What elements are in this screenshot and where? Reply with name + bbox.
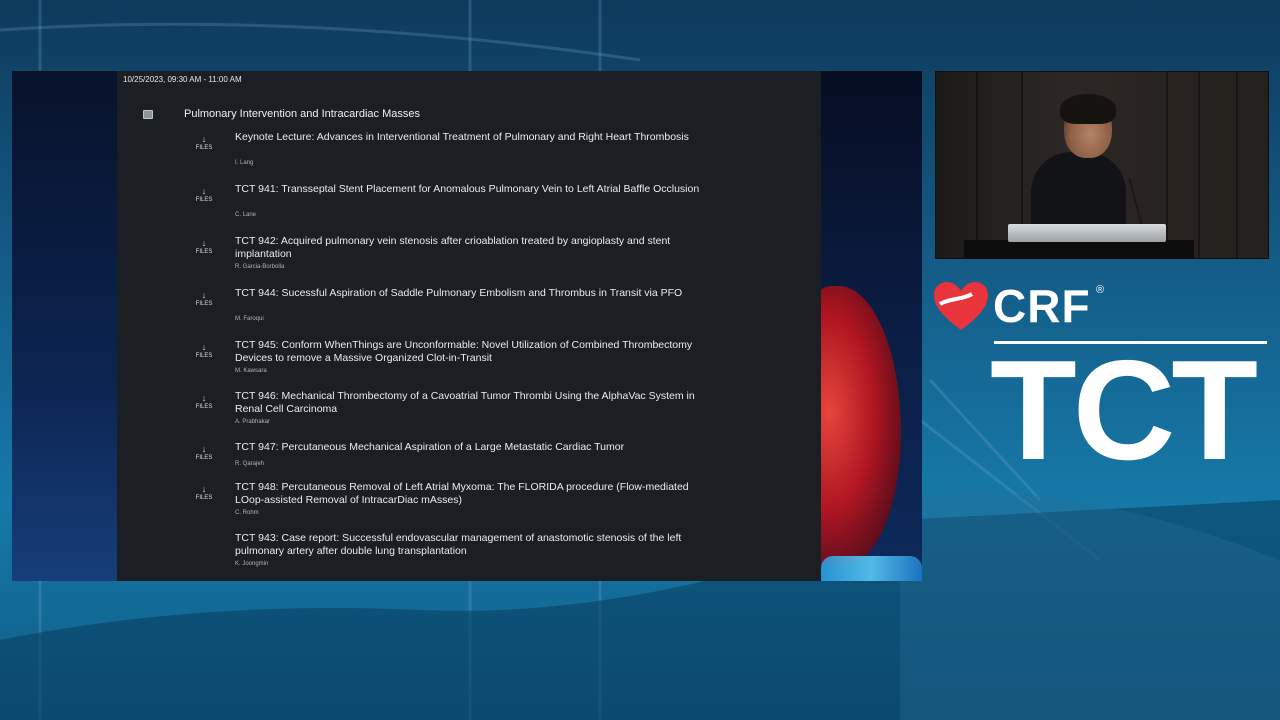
download-arrow-icon: ↓ [201,186,207,196]
session-title: Pulmonary Intervention and Intracardiac … [184,108,421,120]
files-label: FILES [195,197,213,203]
session-timestamp: 10/25/2023, 09:30 AM - 11:00 AM [123,75,242,84]
crf-heart-icon [934,282,988,330]
session-list-item[interactable]: ↓ FILES TCT 945: Conform WhenThings are Un… [117,339,821,379]
session-list-item[interactable]: ↓ FILES Keynote Lecture: Advances in Inter… [117,131,821,171]
registered-mark: ® [1096,284,1105,296]
crf-wordmark: CRF [993,280,1091,332]
files-label: FILES [195,353,213,359]
speaker-hair [1060,94,1116,124]
session-list-item[interactable]: ↓ FILES TCT 946: Mechanical Thrombectomy o… [117,390,821,430]
download-arrow-icon: ↓ [201,342,207,352]
download-arrow-icon: ↓ [201,444,207,454]
download-arrow-icon: ↓ [201,484,207,494]
session-list-item[interactable]: TCT 943: Case report: Successful endovas… [117,532,821,572]
presentation-title[interactable]: TCT 942: Acquired pulmonary vein stenosi… [235,235,715,261]
presentation-title[interactable]: TCT 941: Transseptal Stent Placement for… [235,183,715,196]
presenter-name: R. Qarajeh [235,461,265,467]
files-download-button[interactable]: ↓ FILES [189,485,219,502]
files-label: FILES [195,301,213,307]
presentation-title[interactable]: TCT 944: Sucessful Aspiration of Saddle … [235,287,715,300]
download-arrow-icon: ↓ [201,238,207,248]
files-label: FILES [195,404,213,410]
session-list-item[interactable]: ↓ FILES TCT 941: Transseptal Stent Placeme… [117,183,821,223]
presentation-title[interactable]: TCT 945: Conform WhenThings are Unconfor… [235,339,715,365]
files-download-button[interactable]: ↓ FILES [189,239,219,256]
presentation-title[interactable]: TCT 947: Percutaneous Mechanical Aspirat… [235,441,715,454]
files-download-button[interactable]: ↓ FILES [189,135,219,152]
session-list-item[interactable]: ↓ FILES TCT 944: Sucessful Aspiration of S… [117,287,821,327]
vessel-image [821,556,922,581]
session-list-item[interactable]: ↓ FILES TCT 948: Percutaneous Removal of L… [117,481,821,521]
download-arrow-icon: ↓ [201,134,207,144]
shared-slide: 10/25/2023, 09:30 AM - 11:00 AM Pulmonar… [12,71,922,581]
presentation-title[interactable]: TCT 946: Mechanical Thrombectomy of a Ca… [235,390,715,416]
crf-tct-logo: CRF ® TCT [930,280,1270,490]
presenter-name: C. Rohm [235,510,259,516]
session-list-item[interactable]: ↓ FILES TCT 947: Percutaneous Mechanical A… [117,441,821,481]
files-download-button[interactable]: ↓ FILES [189,291,219,308]
presentation-title[interactable]: Keynote Lecture: Advances in Interventio… [235,131,715,144]
files-download-button[interactable]: ↓ FILES [189,445,219,462]
presenter-name: I. Lang [235,160,254,166]
presenter-name: C. Lane [235,212,257,218]
files-download-button[interactable]: ↓ FILES [189,343,219,360]
files-label: FILES [195,145,213,151]
download-arrow-icon: ↓ [201,290,207,300]
presentation-title[interactable]: TCT 943: Case report: Successful endovas… [235,532,715,558]
presenter-name: A. Prabhakar [235,419,271,425]
files-label: FILES [195,455,213,461]
files-download-button[interactable]: ↓ FILES [189,394,219,411]
session-document: 10/25/2023, 09:30 AM - 11:00 AM Pulmonar… [117,71,821,581]
presenter-name: M. Kawsara [235,368,267,374]
tct-wordmark: TCT [990,331,1258,490]
presenter-name: K. Joongmin [235,561,269,567]
podium [964,240,1194,258]
presentation-title[interactable]: TCT 948: Percutaneous Removal of Left At… [235,481,715,507]
presenter-name: M. Faroqui [235,316,264,322]
presenter-name: R. Garcia-Borbolla [235,264,285,270]
download-arrow-icon: ↓ [201,393,207,403]
slide-left-decor [12,71,117,581]
files-download-button[interactable]: ↓ FILES [189,187,219,204]
heart-image [821,286,901,566]
files-label: FILES [195,495,213,501]
session-box-icon [143,110,153,119]
speaker-camera-feed [935,71,1269,259]
session-list-item[interactable]: ↓ FILES TCT 942: Acquired pulmonary vein s… [117,235,821,275]
podium-monitor [1008,224,1166,242]
slide-heart-illustration [821,71,922,581]
files-label: FILES [195,249,213,255]
